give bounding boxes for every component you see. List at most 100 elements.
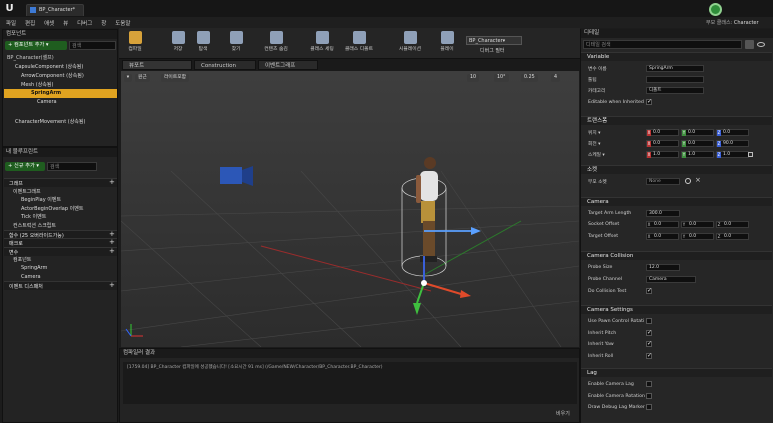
- target-offset-label[interactable]: Target Offset: [588, 234, 618, 239]
- settings-option-checkbox[interactable]: [646, 329, 652, 336]
- property-matrix-icon[interactable]: [745, 40, 754, 49]
- tooltip-input[interactable]: [646, 76, 704, 83]
- socket_offset-y-field[interactable]: Y 0.0: [681, 221, 714, 228]
- transform-loc-z-field[interactable]: Z 0.0: [716, 129, 749, 136]
- settings-option-checkbox[interactable]: [646, 340, 652, 347]
- section-camera-collision[interactable]: Camera Collision: [581, 251, 772, 260]
- menu-edit[interactable]: 편집: [25, 21, 35, 27]
- eye-icon[interactable]: [757, 42, 765, 47]
- viewport[interactable]: ▾ 원근 라이트포함 10 10° 0.25 4: [121, 71, 579, 347]
- close-icon[interactable]: ×: [695, 176, 701, 184]
- target-arm-length-input[interactable]: 300.0: [646, 210, 680, 217]
- menu-asset[interactable]: 애셋: [44, 21, 54, 27]
- target_offset-y-field[interactable]: Y 0.0: [681, 233, 714, 240]
- tree-item-arrow[interactable]: ArrowComponent (상속됨): [21, 72, 84, 79]
- tree-item-capsule[interactable]: CapsuleComponent (상속됨): [15, 63, 83, 70]
- category-header[interactable]: 변수 +: [4, 246, 117, 256]
- lag-option-checkbox[interactable]: [646, 381, 652, 387]
- lit-mode-button[interactable]: 라이트포함: [161, 74, 190, 82]
- clear-log-button[interactable]: 비우기: [556, 410, 570, 417]
- transform-loc-y-field[interactable]: Y 0.0: [681, 129, 714, 136]
- rotation-label[interactable]: 회전 ▾: [588, 141, 600, 147]
- scale-label[interactable]: 스케일 ▾: [588, 152, 605, 158]
- do-collision-test-checkbox[interactable]: [646, 287, 652, 294]
- transform-rot-x-field[interactable]: X 0.0: [646, 140, 679, 147]
- list-item[interactable]: 컨스트럭션 스크립트: [13, 222, 56, 229]
- lag-option-checkbox[interactable]: [646, 392, 652, 399]
- tab-event-graph[interactable]: 이벤트그래프: [258, 60, 318, 70]
- editable-inherited-checkbox[interactable]: [646, 98, 652, 105]
- socket-offset-label[interactable]: Socket Offset: [588, 222, 619, 227]
- list-item[interactable]: Camera: [21, 274, 41, 280]
- section-camera-settings[interactable]: Camera Settings: [581, 305, 772, 314]
- viewport-options-button[interactable]: ▾: [124, 74, 132, 82]
- category-header[interactable]: 이벤트 디스패처 +: [4, 281, 117, 291]
- section-camera[interactable]: Camera: [581, 197, 772, 206]
- transform-scale-x-field[interactable]: X 1.0: [646, 151, 679, 158]
- add-icon[interactable]: +: [109, 230, 115, 238]
- play-button[interactable]: 플레이: [430, 30, 464, 58]
- menu-view[interactable]: 뷰: [63, 21, 68, 27]
- tab-viewport[interactable]: 뷰포트: [122, 60, 192, 70]
- snap-control[interactable]: 0.25: [521, 74, 538, 82]
- section-socket[interactable]: 소켓: [581, 165, 772, 174]
- tree-item-camera[interactable]: Camera: [37, 99, 57, 105]
- find-button[interactable]: 찾기: [224, 30, 248, 58]
- scale-lock-icon[interactable]: [748, 152, 753, 157]
- settings-option-checkbox[interactable]: [646, 352, 652, 359]
- probe-size-input[interactable]: 12.0: [646, 264, 680, 271]
- tab-construction-script[interactable]: Construction Script: [194, 60, 256, 79]
- section-lag[interactable]: Lag: [581, 368, 772, 377]
- add-icon[interactable]: +: [109, 281, 115, 289]
- socket_offset-x-field[interactable]: X 0.0: [646, 221, 679, 228]
- add-icon[interactable]: +: [109, 247, 115, 255]
- list-item[interactable]: 이벤트그래프: [13, 188, 41, 195]
- save-button[interactable]: 저장: [166, 30, 190, 58]
- simulate-button[interactable]: 시뮬레이션: [393, 30, 427, 58]
- transform-rot-y-field[interactable]: Y 0.0: [681, 140, 714, 147]
- probe-channel-select[interactable]: Camera: [646, 276, 696, 283]
- section-variable[interactable]: Variable: [581, 52, 772, 61]
- settings-option-checkbox[interactable]: [646, 318, 652, 324]
- tree-item-self[interactable]: BP_Character(셀프): [7, 54, 54, 61]
- parent-class-value[interactable]: Character: [734, 20, 759, 26]
- add-icon[interactable]: +: [109, 178, 115, 186]
- list-item[interactable]: SpringArm: [21, 265, 47, 271]
- lag-option-checkbox[interactable]: [646, 404, 652, 410]
- tree-item-movement[interactable]: CharacterMovement (상속됨): [15, 118, 85, 125]
- category-header[interactable]: 그래프 +: [4, 178, 117, 187]
- tree-item-mesh[interactable]: Mesh (상속됨): [21, 81, 53, 88]
- snap-control[interactable]: 4: [551, 74, 561, 82]
- location-label[interactable]: 위치 ▾: [588, 130, 600, 136]
- snap-control[interactable]: 10°: [494, 74, 509, 82]
- tree-item-springarm[interactable]: SpringArm: [31, 90, 61, 96]
- component-search-input[interactable]: 검색: [69, 41, 116, 50]
- menu-file[interactable]: 파일: [6, 21, 16, 27]
- transform-scale-y-field[interactable]: Y 1.0: [681, 151, 714, 158]
- add-icon[interactable]: +: [109, 238, 115, 246]
- compile-button[interactable]: 컴파일: [123, 30, 147, 58]
- class-settings-button[interactable]: 클래스 세팅: [305, 30, 339, 58]
- target_offset-z-field[interactable]: Z 0.0: [716, 233, 749, 240]
- add-component-button[interactable]: + 컴포넌트 추가 ▾: [5, 41, 67, 50]
- hide-unrelated-button[interactable]: 컨텐츠 숨김: [259, 30, 293, 58]
- list-item[interactable]: 컴포넌트: [13, 256, 31, 263]
- search-icon[interactable]: [685, 178, 691, 184]
- my-blueprint-search-input[interactable]: 검색: [47, 162, 97, 171]
- transform-rot-z-field[interactable]: Z 90.0: [716, 140, 749, 147]
- var-name-input[interactable]: SpringArm: [646, 65, 704, 72]
- class-defaults-button[interactable]: 클래스 디폴트: [342, 30, 376, 58]
- transform-scale-z-field[interactable]: Z 1.0: [716, 151, 749, 158]
- menu-help[interactable]: 도움말: [115, 21, 130, 27]
- menu-debug[interactable]: 디버그: [77, 21, 92, 27]
- list-item[interactable]: BeginPlay 이벤트: [21, 196, 61, 203]
- details-search-input[interactable]: 디테일 검색: [583, 40, 742, 49]
- browse-button[interactable]: 탐색: [191, 30, 215, 58]
- socket_offset-z-field[interactable]: Z 0.0: [716, 221, 749, 228]
- view-mode-button[interactable]: 원근: [135, 74, 150, 82]
- list-item[interactable]: ActorBeginOverlap 이벤트: [21, 205, 83, 212]
- add-new-button[interactable]: + 신규 추가 ▾: [5, 162, 45, 171]
- category-select[interactable]: 디폴트: [646, 87, 704, 94]
- transform-loc-x-field[interactable]: X 0.0: [646, 129, 679, 136]
- document-tab[interactable]: BP_Character*: [26, 4, 84, 16]
